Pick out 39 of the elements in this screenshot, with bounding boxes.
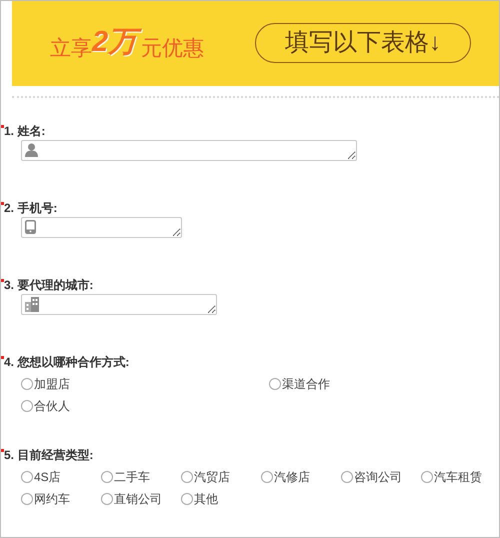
promo-amount: 2万 [92, 24, 142, 62]
option-label: 汽车租赁 [434, 469, 482, 486]
option-label: 网约车 [34, 491, 70, 508]
option-label: 二手车 [114, 469, 150, 486]
building-icon [25, 297, 40, 312]
question-label: 4. 您想以哪种合作方式: [4, 355, 130, 370]
radio-button[interactable] [101, 493, 113, 505]
option-label: 渠道合作 [282, 376, 330, 393]
option-label: 加盟店 [34, 376, 70, 393]
question-label: 5. 目前经营类型: [4, 448, 94, 463]
radio-button[interactable] [341, 471, 353, 483]
promo-text: 立享 [50, 38, 92, 60]
question-label: 3. 要代理的城市: [4, 278, 94, 293]
text-field[interactable] [21, 217, 182, 238]
option-label: 直销公司 [114, 491, 162, 508]
text-field[interactable] [21, 294, 217, 315]
question-label: 1. 姓名: [4, 124, 46, 139]
person-icon [25, 143, 38, 157]
radio-button[interactable] [21, 400, 33, 412]
radio-button[interactable] [101, 471, 113, 483]
option-label: 咨询公司 [354, 469, 402, 486]
radio-button[interactable] [21, 471, 33, 483]
text-field[interactable] [21, 140, 357, 161]
radio-button[interactable] [181, 471, 193, 483]
tablet-icon [25, 220, 36, 234]
radio-button[interactable] [269, 378, 281, 390]
option-label: 汽贸店 [194, 469, 230, 486]
option-label: 汽修店 [274, 469, 310, 486]
radio-button[interactable] [21, 493, 33, 505]
option-label: 4S店 [34, 469, 61, 486]
radio-button[interactable] [21, 378, 33, 390]
option-label: 合伙人 [34, 398, 70, 415]
radio-button[interactable] [261, 471, 273, 483]
option-label: 其他 [194, 491, 218, 508]
promo-text: 元优惠 [141, 38, 204, 60]
fill-form-button[interactable]: 填写以下表格↓ [255, 23, 471, 63]
radio-button[interactable] [421, 471, 433, 483]
question-label: 2. 手机号: [4, 201, 58, 216]
radio-button[interactable] [181, 493, 193, 505]
